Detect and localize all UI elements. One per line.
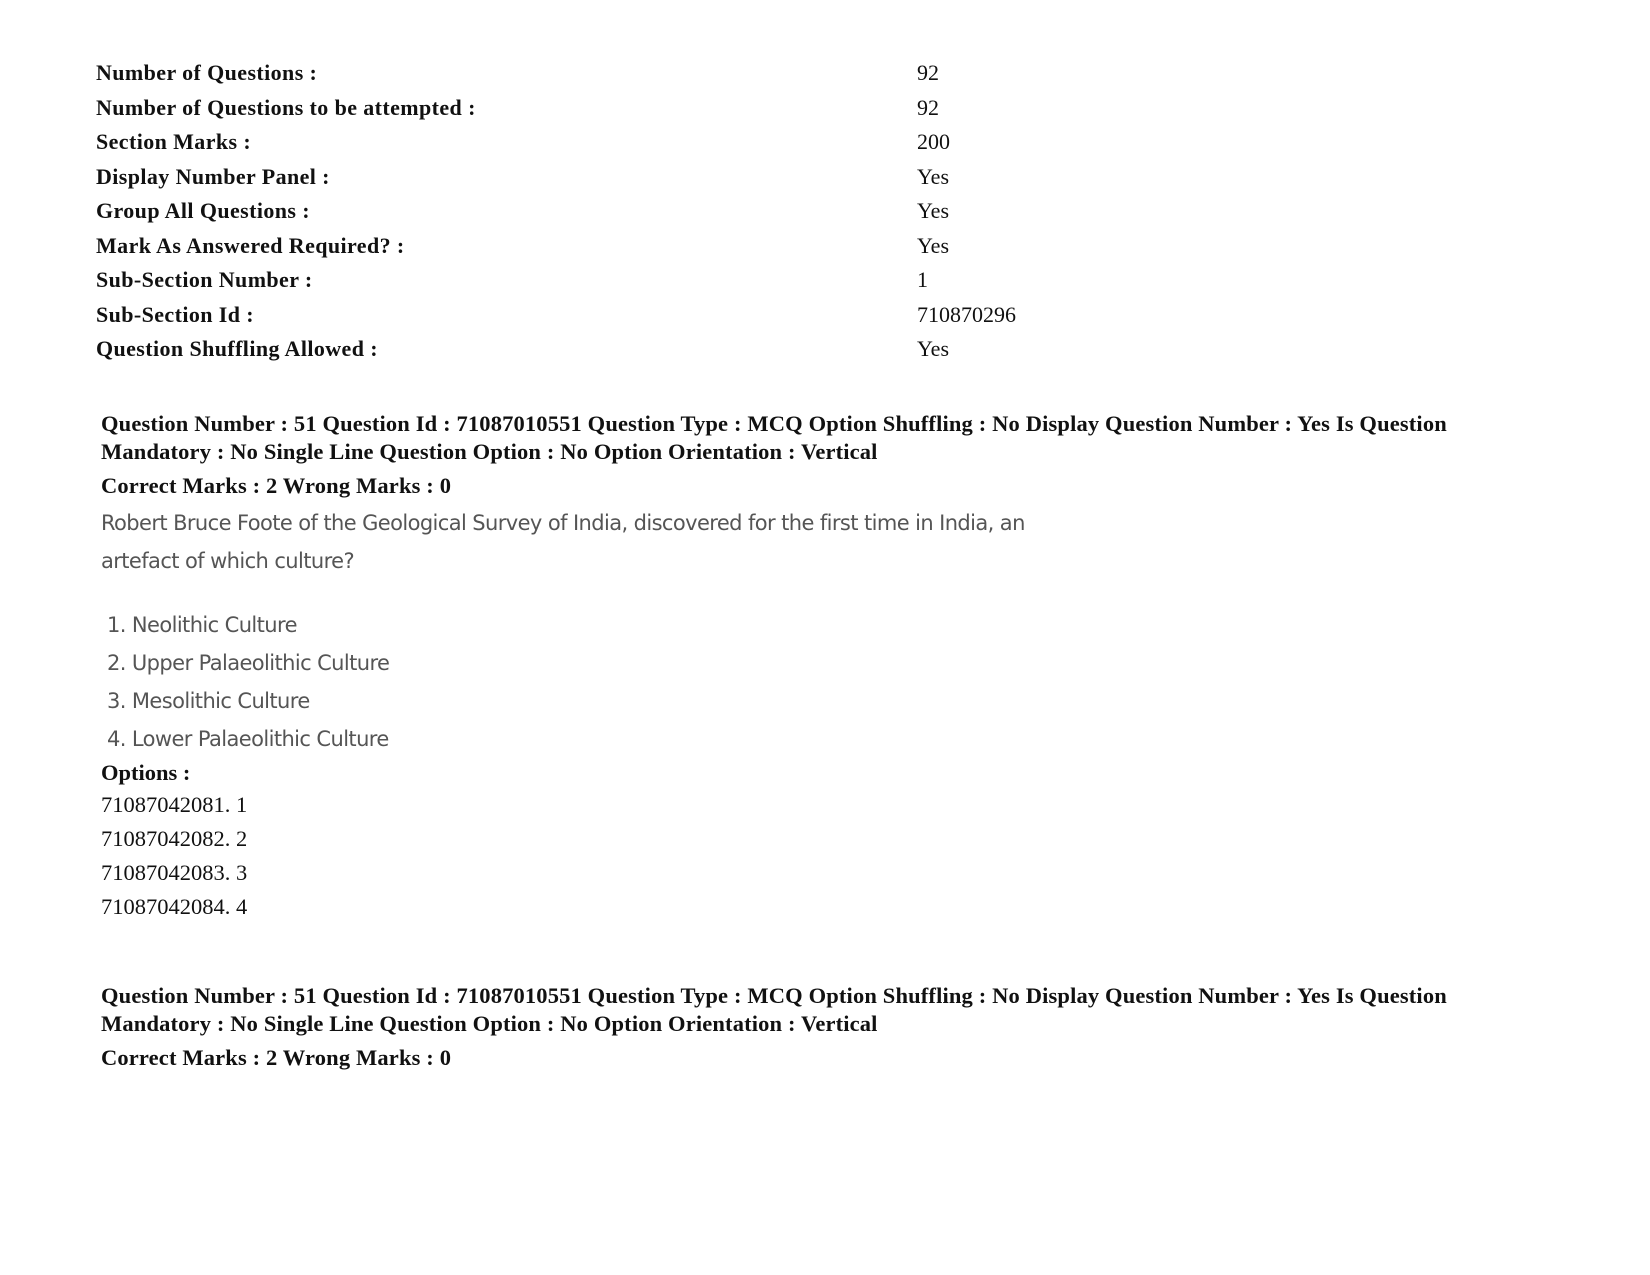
section-info-value: 92 bbox=[917, 60, 939, 86]
answer-item: 2. Upper Palaeolithic Culture bbox=[107, 651, 390, 675]
option-id-list: 71087042081. 1 71087042082. 2 7108704208… bbox=[101, 788, 1501, 924]
section-info-label: Group All Questions : bbox=[96, 198, 310, 224]
answer-item: 4. Lower Palaeolithic Culture bbox=[107, 727, 389, 751]
section-info-value: 1 bbox=[917, 267, 928, 293]
question-block: Question Number : 51 Question Id : 71087… bbox=[101, 982, 1501, 1072]
section-info-value: 92 bbox=[917, 94, 939, 120]
section-info-label: Number of Questions : bbox=[96, 60, 318, 86]
answer-list: 1. Neolithic Culture 2. Upper Palaeolith… bbox=[101, 606, 1501, 758]
section-info-row: Group All Questions : Yes bbox=[96, 194, 1016, 229]
section-info-label: Sub-Section Id : bbox=[96, 301, 254, 327]
section-info-label: Section Marks : bbox=[96, 129, 252, 155]
section-info-table: Number of Questions : 92 Number of Quest… bbox=[96, 56, 1016, 367]
question-block: Question Number : 51 Question Id : 71087… bbox=[101, 410, 1501, 924]
option-id-item: 71087042083. 3 bbox=[101, 860, 248, 885]
section-info-label: Question Shuffling Allowed : bbox=[96, 336, 378, 362]
section-info-row: Section Marks : 200 bbox=[96, 125, 1016, 160]
question-text: Robert Bruce Foote of the Geological Sur… bbox=[101, 511, 1025, 573]
section-info-row: Sub-Section Id : 710870296 bbox=[96, 298, 1016, 333]
section-info-label: Sub-Section Number : bbox=[96, 267, 313, 293]
option-id-item: 71087042084. 4 bbox=[101, 894, 248, 919]
section-info-row: Display Number Panel : Yes bbox=[96, 160, 1016, 195]
question-header: Question Number : 51 Question Id : 71087… bbox=[101, 411, 1447, 464]
question-marks: Correct Marks : 2 Wrong Marks : 0 bbox=[101, 1045, 452, 1070]
section-info-row: Number of Questions : 92 bbox=[96, 56, 1016, 91]
question-header: Question Number : 51 Question Id : 71087… bbox=[101, 983, 1447, 1036]
section-info-label: Number of Questions to be attempted : bbox=[96, 94, 476, 120]
section-info-label: Display Number Panel : bbox=[96, 163, 330, 189]
section-info-row: Mark As Answered Required? : Yes bbox=[96, 229, 1016, 264]
section-info-label: Mark As Answered Required? : bbox=[96, 232, 405, 258]
answer-item: 1. Neolithic Culture bbox=[107, 613, 298, 637]
section-info-row: Sub-Section Number : 1 bbox=[96, 263, 1016, 298]
section-info-value: Yes bbox=[917, 232, 950, 258]
section-info-value: Yes bbox=[917, 163, 950, 189]
section-info-value: Yes bbox=[917, 336, 950, 362]
option-id-item: 71087042081. 1 bbox=[101, 792, 248, 817]
section-info-row: Number of Questions to be attempted : 92 bbox=[96, 91, 1016, 126]
section-info-row: Question Shuffling Allowed : Yes bbox=[96, 332, 1016, 367]
section-info-value: Yes bbox=[917, 198, 950, 224]
answer-item: 3. Mesolithic Culture bbox=[107, 689, 310, 713]
question-marks: Correct Marks : 2 Wrong Marks : 0 bbox=[101, 473, 452, 498]
option-id-item: 71087042082. 2 bbox=[101, 826, 248, 851]
section-info-value: 710870296 bbox=[917, 301, 1016, 327]
options-label: Options : bbox=[101, 760, 191, 785]
section-info-value: 200 bbox=[917, 129, 950, 155]
